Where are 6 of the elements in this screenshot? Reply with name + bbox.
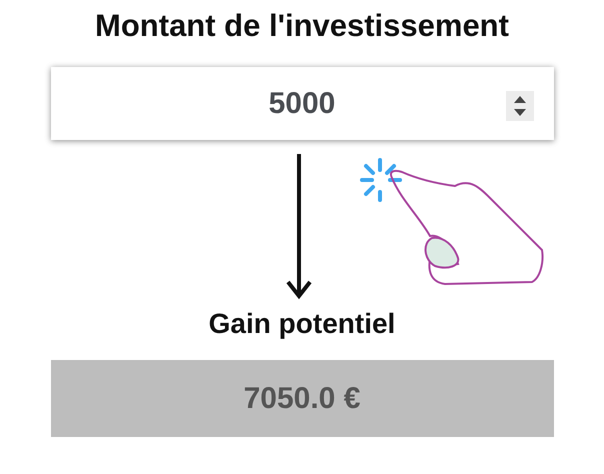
spinner-icon[interactable]: [506, 91, 534, 121]
section-title: Montant de l'investissement: [95, 7, 509, 45]
down-arrow-icon: [286, 154, 312, 300]
result-value: 7050.0 €: [50, 360, 554, 437]
amount-field[interactable]: 5000: [50, 67, 554, 140]
result-label: Gain potentiel: [208, 307, 396, 341]
